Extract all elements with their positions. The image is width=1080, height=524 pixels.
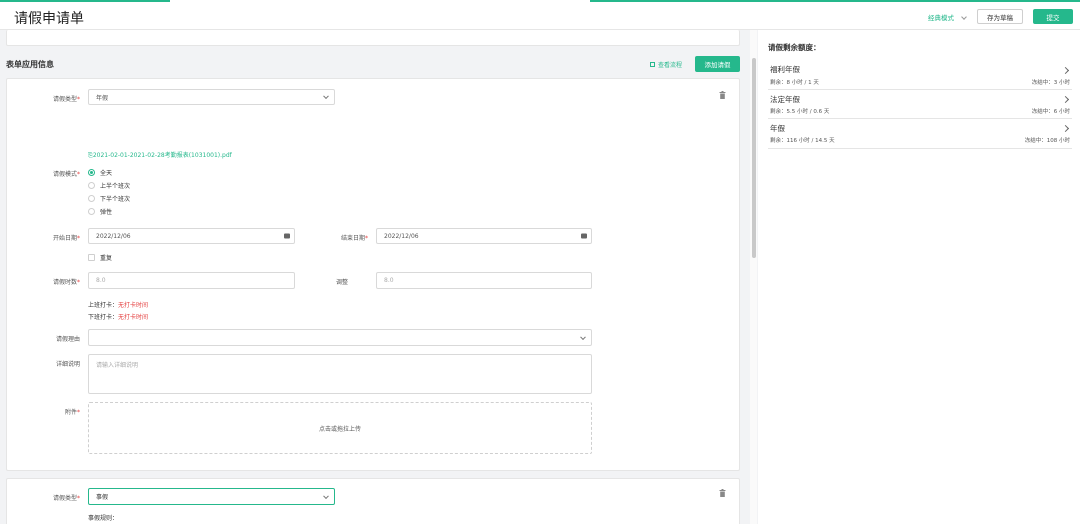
top-accent-line [590, 0, 1080, 2]
balance-item[interactable]: 福利年假 剩余：8 小时 / 1 天 冻结中：3 小时 [768, 62, 1072, 90]
duration-input[interactable]: 8.0 [88, 272, 295, 289]
chevron-right-icon [1061, 66, 1070, 75]
clock-out-info: 下班打卡：无打卡时间 [88, 314, 149, 321]
calendar-icon [581, 233, 587, 239]
trash-icon[interactable] [719, 91, 726, 99]
radio-second-half[interactable]: 下半个班次 [88, 194, 130, 203]
section-title: 表单应用信息 [6, 60, 54, 69]
top-bar [0, 0, 1080, 30]
radio-icon [88, 208, 95, 215]
clock-in-info: 上班打卡：无打卡时间 [88, 302, 149, 309]
radio-first-half[interactable]: 上半个班次 [88, 181, 130, 190]
attachment-label: 附件* [64, 409, 80, 416]
balance-item[interactable]: 法定年假 剩余：5.5 小时 / 0.6 天 冻结中：6 小时 [768, 91, 1072, 119]
balance-item[interactable]: 年假 剩余：116 小时 / 14.5 天 冻结中：108 小时 [768, 120, 1072, 149]
start-date-input[interactable]: 2022/12/06 [88, 228, 295, 244]
chevron-right-icon [1061, 124, 1070, 133]
chevron-down-icon [323, 93, 329, 100]
divider [768, 118, 1072, 119]
chevron-down-icon [961, 14, 967, 20]
leave-type-label-2: 请假类型* [52, 495, 80, 502]
mode-label: 经典模式 [928, 14, 954, 22]
chevron-down-icon [323, 492, 329, 499]
detail-label: 详细说明 [55, 361, 80, 368]
calendar-icon [284, 233, 290, 239]
flow-icon [650, 62, 655, 67]
end-date-input[interactable]: 2022/12/06 [376, 228, 592, 244]
attachment-link[interactable]: ⎘2021-02-01-2021-02-28考勤报表(1031001).pdf [88, 150, 232, 160]
adjust-input[interactable]: 8.0 [376, 272, 592, 289]
chevron-down-icon [580, 333, 586, 340]
radio-selected-icon [88, 169, 95, 176]
radio-icon [88, 195, 95, 202]
upload-dropzone[interactable]: 点击或拖拉上传 [88, 402, 592, 454]
save-draft-button[interactable]: 存为草稿 [977, 9, 1023, 24]
radio-full-day[interactable]: 全天 [88, 168, 112, 177]
radio-flexible[interactable]: 弹性 [88, 207, 112, 216]
previous-panel [6, 30, 740, 46]
chevron-right-icon [1061, 95, 1070, 104]
divider [768, 148, 1072, 149]
trash-icon[interactable] [719, 489, 726, 497]
repeat-checkbox[interactable]: 重复 [88, 253, 112, 262]
adjust-label: 调整 [335, 279, 348, 286]
scrollbar-thumb[interactable] [752, 58, 756, 258]
leave-rule-label: 事假规则： [88, 515, 119, 522]
reason-select[interactable] [88, 329, 592, 346]
radio-icon [88, 182, 95, 189]
reason-label: 请假理由 [55, 336, 80, 343]
divider [768, 89, 1072, 90]
submit-button[interactable]: 提交 [1033, 9, 1073, 24]
duration-label: 请假时数* [52, 279, 80, 286]
leave-mode-label: 请假模式* [52, 171, 80, 178]
leave-type-select-2[interactable]: 事假 [88, 488, 335, 505]
top-progress-line [0, 0, 170, 2]
page-title: 请假申请单 [14, 11, 84, 27]
add-leave-button[interactable]: 添加请假 [695, 56, 740, 72]
end-date-label: 结束日期* [340, 235, 368, 242]
mode-selector[interactable]: 经典模式 [928, 12, 967, 22]
detail-textarea[interactable]: 请输入详细说明 [88, 354, 592, 394]
start-date-label: 开始日期* [52, 235, 80, 242]
checkbox-icon [88, 254, 95, 261]
leave-type-select[interactable]: 年假 [88, 89, 335, 105]
leave-type-label: 请假类型* [52, 96, 80, 103]
balance-title: 请假剩余额度： [768, 43, 821, 52]
view-flow-link[interactable]: 查看流程 [650, 60, 682, 69]
